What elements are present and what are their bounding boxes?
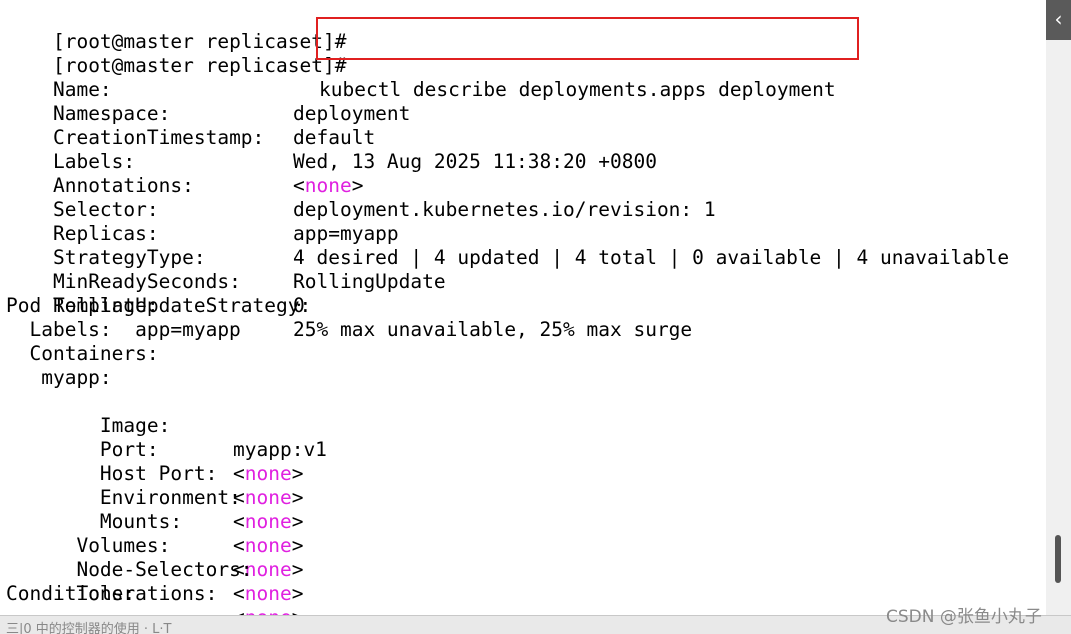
- field-value: <none>: [233, 486, 304, 509]
- spec-tolerations: Tolerations: <none>: [6, 558, 303, 615]
- field-rolling-update-strategy: RollingUpdateStrategy: 25% max unavailab…: [6, 270, 692, 341]
- field-value: <none>: [233, 510, 304, 533]
- terminal-output[interactable]: [root@master replicaset]# [root@master r…: [0, 0, 1046, 615]
- none-keyword: none: [304, 174, 352, 197]
- none-keyword: none: [244, 486, 292, 509]
- field-value: app=myapp: [293, 222, 399, 245]
- container-port: Port: <none>: [6, 414, 304, 485]
- field-value: 4 desired | 4 updated | 4 total | 0 avai…: [293, 246, 1010, 269]
- none-keyword: none: [244, 462, 292, 485]
- pod-template-labels: Labels: app=myapp: [6, 318, 241, 341]
- prompt-line: [root@master replicaset]#: [6, 6, 347, 53]
- field-value: <none>: [293, 174, 364, 197]
- conditions-header: Conditions:: [6, 582, 136, 605]
- container-host-port: Host Port: <none>: [6, 438, 304, 509]
- none-keyword: none: [244, 582, 292, 605]
- field-replicas: Replicas: 4 desired | 4 updated | 4 tota…: [6, 198, 1009, 269]
- field-value: deployment: [293, 102, 411, 125]
- bottom-bar-text: 三|0 中的控制器的使用 · L·T: [6, 622, 172, 634]
- field-labels: Labels: <none>: [6, 126, 364, 197]
- scrollbar-thumb[interactable]: [1055, 535, 1061, 583]
- field-value: <none>: [233, 462, 304, 485]
- field-selector: Selector: app=myapp: [6, 174, 399, 245]
- container-image: Image: myapp:v1: [6, 390, 327, 461]
- command-text: kubectl describe deployments.apps deploy…: [319, 78, 836, 101]
- command-highlight-box: [316, 17, 859, 60]
- watermark: CSDN @张鱼小丸子: [886, 607, 1042, 627]
- none-keyword: none: [244, 510, 292, 533]
- field-value: Wed, 13 Aug 2025 11:38:20 +0800: [293, 150, 657, 173]
- field-namespace: Namespace: default: [6, 78, 375, 149]
- field-value: myapp:v1: [233, 438, 327, 461]
- container-mounts: Mounts: <none>: [6, 486, 304, 557]
- pod-template-header: Pod Template:: [6, 294, 159, 317]
- field-name: Name: deployment: [6, 54, 410, 125]
- field-value: <none>: [233, 606, 303, 615]
- field-value: RollingUpdate: [293, 270, 446, 293]
- container-name: myapp:: [6, 366, 112, 389]
- field-value: default: [293, 126, 376, 149]
- spec-node-selectors: Node-Selectors: <none>: [6, 534, 303, 605]
- containers-header: Containers:: [6, 342, 159, 365]
- field-strategy-type: StrategyType: RollingUpdate: [6, 222, 446, 293]
- field-value: deployment.kubernetes.io/revision: 1: [293, 198, 716, 221]
- field-creation-timestamp: CreationTimestamp: Wed, 13 Aug 2025 11:3…: [6, 102, 657, 173]
- container-environment: Environment: <none>: [6, 462, 304, 533]
- command-line: [root@master replicaset]# kubectl descri…: [6, 30, 836, 101]
- scrollbar-track[interactable]: [1046, 0, 1071, 615]
- field-min-ready-seconds: MinReadySeconds: 0: [6, 246, 305, 317]
- field-value: <none>: [233, 582, 304, 605]
- chevron-left-icon[interactable]: ‹: [1046, 0, 1071, 40]
- field-value: 25% max unavailable, 25% max surge: [293, 318, 693, 341]
- field-annotations: Annotations: deployment.kubernetes.io/re…: [6, 150, 716, 221]
- spec-volumes: Volumes: <none>: [6, 510, 303, 581]
- none-keyword: none: [245, 606, 292, 615]
